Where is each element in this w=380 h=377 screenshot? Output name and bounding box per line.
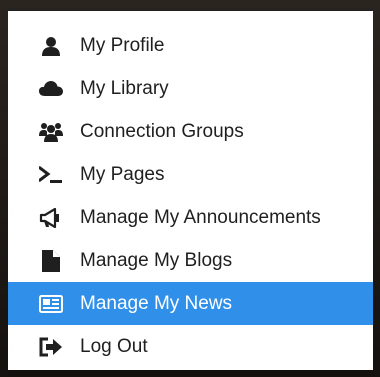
sign-out-icon [38, 336, 64, 358]
menu-item-manage-my-news[interactable]: Manage My News [8, 282, 373, 325]
menu-item-my-library[interactable]: My Library [8, 67, 373, 110]
menu-item-my-pages[interactable]: My Pages [8, 153, 373, 196]
bullhorn-icon [38, 207, 64, 229]
file-icon [38, 249, 64, 272]
cloud-icon [38, 78, 64, 100]
menu-item-manage-my-blogs[interactable]: Manage My Blogs [8, 239, 373, 282]
menu-item-label: Manage My Blogs [80, 249, 233, 271]
user-dropdown-menu: My Profile My Library Connection Groups … [8, 9, 373, 370]
menu-item-label: Connection Groups [80, 120, 244, 142]
menu-item-my-profile[interactable]: My Profile [8, 24, 373, 67]
menu-item-manage-my-announcements[interactable]: Manage My Announcements [8, 196, 373, 239]
page-background: My Profile My Library Connection Groups … [0, 0, 380, 377]
menu-item-label: Manage My News [80, 292, 233, 314]
menu-item-label: Log Out [80, 335, 148, 357]
terminal-icon [38, 164, 64, 186]
newspaper-icon [38, 293, 64, 315]
menu-item-label: My Library [80, 77, 169, 99]
menu-item-label: Manage My Announcements [80, 206, 321, 228]
menu-item-connection-groups[interactable]: Connection Groups [8, 110, 373, 153]
menu-item-label: My Pages [80, 163, 165, 185]
users-icon [38, 121, 64, 143]
menu-item-label: My Profile [80, 34, 165, 56]
menu-item-log-out[interactable]: Log Out [8, 325, 373, 368]
user-icon [38, 35, 64, 57]
